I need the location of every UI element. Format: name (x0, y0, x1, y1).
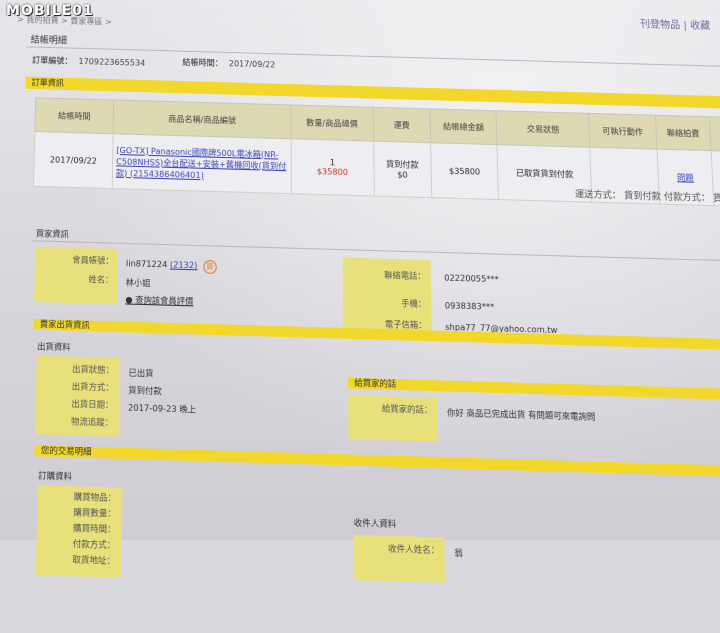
order-label-4: 取貨地址： (72, 554, 116, 567)
col-rating: 評價 (709, 116, 720, 152)
col-shipping: 運費 (372, 107, 431, 143)
buyer-badge-icon: 買 (203, 259, 217, 275)
row-price: $35800 (316, 166, 349, 178)
recipient-name-label: 收件人姓名： (388, 543, 440, 556)
contact-link[interactable]: 問題 (677, 172, 694, 182)
msg-value: 你好 商品已完成出貨 有問題可來電詢問 (446, 407, 596, 422)
product-link[interactable]: [GO-TX] Panasonic國際牌500L電冰箱(NR-C508NHSS)… (116, 145, 286, 180)
order-label-3: 付款方式： (72, 538, 116, 551)
phone-value: 02220055*** (444, 273, 499, 285)
ship-date-label: 出貨日期： (71, 399, 114, 411)
ship-sub-title: 出貨資料 (37, 341, 71, 353)
ship-method-label: 出貨方式： (71, 381, 114, 393)
ship-status-value: 已出貨 (128, 368, 154, 379)
row-product[interactable]: [GO-TX] Panasonic國際牌500L電冰箱(NR-C508NHSS)… (112, 133, 292, 194)
row-qty-price: 1 $35800 (291, 138, 374, 197)
order-sub-title: 訂購資料 (38, 470, 73, 482)
checkout-date-value: 2017/09/22 (228, 59, 276, 70)
transaction-bar: 您的交易明細 (34, 445, 720, 478)
name-label: 姓名： (88, 274, 114, 285)
row-time: 2017/09/22 (33, 131, 114, 189)
phone-label: 聯絡電話： (384, 270, 426, 282)
col-contact: 聯絡拍賣 (655, 115, 712, 151)
recipient-title: 收件人資料 (353, 517, 397, 530)
mobile-value: 0938383*** (444, 300, 495, 312)
ship-date-value: 2017-09-23 晚上 (127, 402, 197, 415)
buyer-rating-link[interactable]: ● 查詢該會員評價 (125, 294, 193, 308)
mobile-label: 手機： (401, 298, 427, 309)
order-number: 訂單編號： 1709223655534 (32, 55, 145, 69)
row-shipping: 貨到付款 $0 (373, 141, 432, 198)
browser-screen: 刊登物品 | 收藏 > 我的拍賣 > 賣家專區 > 結帳明細 訂單編號： 1709… (1, 0, 720, 633)
col-product: 商品名稱/商品編號 (113, 99, 292, 139)
checkout-date-label: 結帳時間： (182, 57, 223, 68)
checkout-date: 結帳時間： 2017/09/22 (182, 57, 275, 71)
watermark-logo: MOBILE01 (6, 3, 94, 19)
col-total: 結帳總金額 (430, 108, 498, 145)
buyer-name: 林小姐 (125, 277, 151, 289)
tracking-label: 物流追蹤： (70, 416, 114, 428)
msg-label: 給買家的話： (381, 403, 433, 416)
order-number-value: 1709223655534 (78, 56, 146, 68)
order-label-1: 購買數量： (73, 507, 116, 519)
col-qty: 數量/商品總價 (290, 104, 374, 142)
top-nav-links[interactable]: 刊登物品 | 收藏 (640, 15, 711, 32)
order-label-0: 購買物品： (73, 491, 117, 504)
order-number-label: 訂單編號： (32, 55, 73, 66)
member-label: 會員帳號： (72, 255, 114, 266)
order-label-2: 購買時間： (72, 523, 116, 535)
ship-method-value: 貨到付款 (128, 385, 162, 397)
col-status: 交易狀態 (496, 110, 591, 148)
member-id[interactable]: lin871224 (2132) 買 (125, 258, 217, 275)
checkout-title: 結帳明細 (30, 35, 68, 47)
col-action: 可執行動作 (588, 113, 657, 150)
recipient-name-value: 翁 (454, 547, 463, 559)
row-shipping-fee: $0 (397, 170, 408, 180)
col-time: 結帳時間 (34, 97, 114, 134)
member-id-text: lin871224 (125, 258, 168, 270)
member-score-link[interactable]: (2132) (170, 260, 198, 270)
row-total: $35800 (430, 142, 499, 200)
ship-status-label: 出貨狀態： (72, 364, 114, 376)
buyer-section-title: 買家資訊 (35, 228, 69, 240)
